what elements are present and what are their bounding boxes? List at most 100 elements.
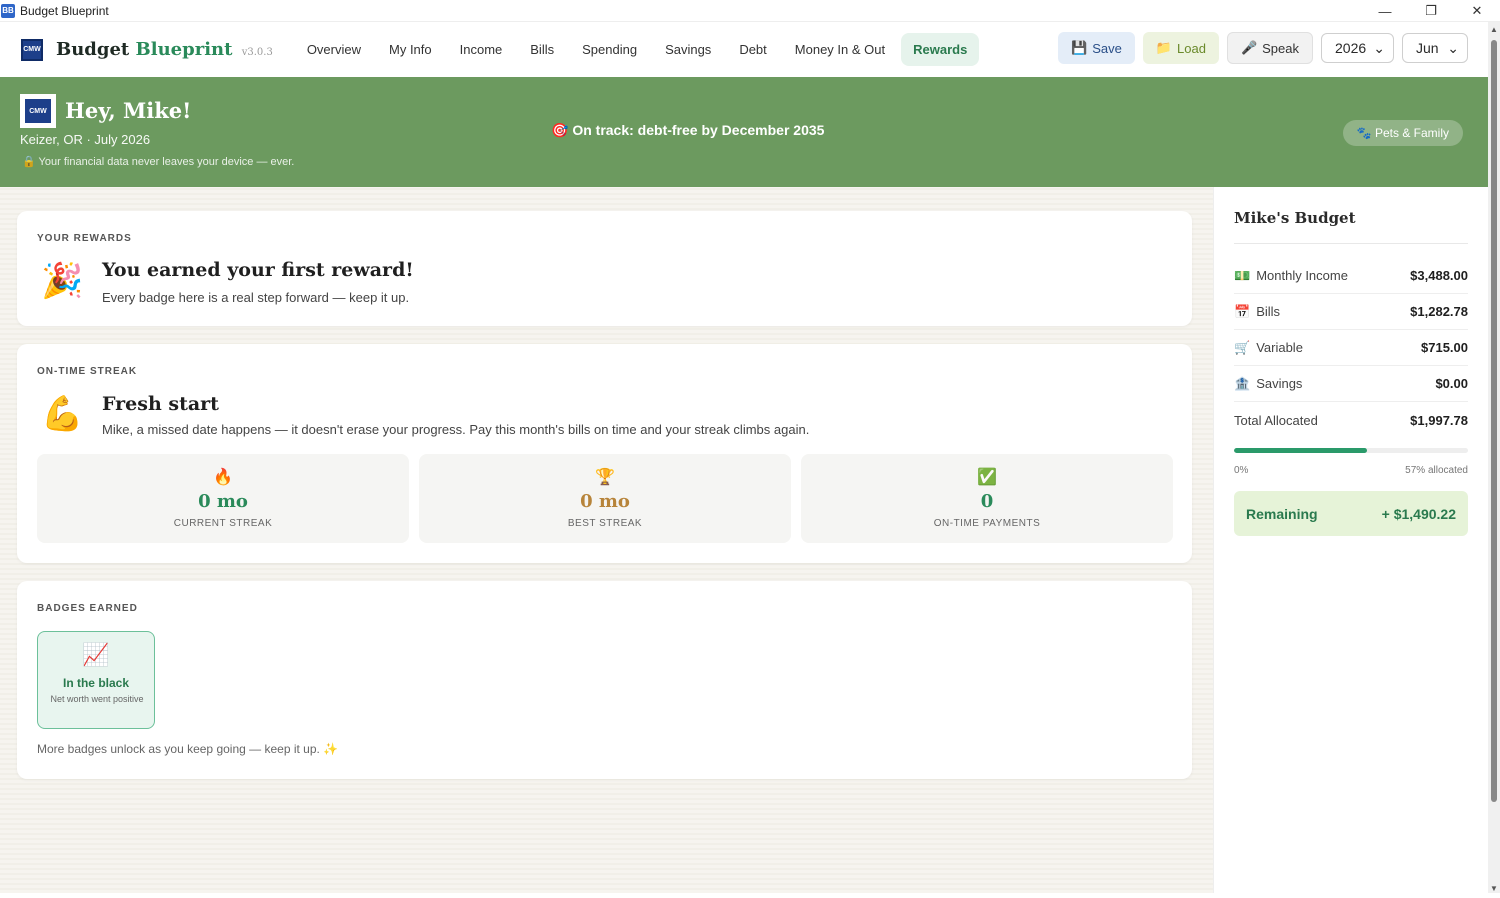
tab-debt[interactable]: Debt bbox=[727, 33, 778, 66]
variable-value: $715.00 bbox=[1421, 340, 1468, 355]
best-streak-label: BEST STREAK bbox=[567, 518, 643, 529]
more-badges-note: More badges unlock as you keep going — k… bbox=[37, 742, 339, 756]
income-label-group: 💵 Monthly Income bbox=[1234, 268, 1348, 284]
tab-money-in-out[interactable]: Money In & Out bbox=[783, 33, 897, 66]
tab-spending[interactable]: Spending bbox=[570, 33, 649, 66]
top-navbar: CMW Budget Blueprint v3.0.3 Overview My … bbox=[0, 22, 1488, 77]
year-value: 2026 bbox=[1335, 40, 1367, 56]
month-value: Jun bbox=[1416, 40, 1439, 56]
total-value: $1,997.78 bbox=[1410, 412, 1468, 428]
restore-button[interactable]: ❐ bbox=[1408, 0, 1454, 22]
microphone-icon: 🎤 bbox=[1240, 40, 1258, 55]
chart-increasing-icon: 📈 bbox=[82, 642, 110, 667]
brand-logo: CMW bbox=[21, 38, 43, 61]
streak-card: ON-TIME STREAK 💪 Fresh start Mike, a mis… bbox=[17, 344, 1192, 563]
window-title: Budget Blueprint bbox=[20, 3, 109, 18]
tab-income[interactable]: Income bbox=[448, 33, 515, 66]
progress-allocated-label: 57% allocated bbox=[1405, 465, 1468, 476]
savings-label: Savings bbox=[1256, 376, 1303, 391]
rewards-sub: Every badge here is a real step forward … bbox=[102, 290, 410, 305]
pets-family-button[interactable]: 🐾 Pets & Family bbox=[1342, 120, 1463, 146]
variable-label-group: 🛒 Variable bbox=[1234, 340, 1303, 356]
income-label: Monthly Income bbox=[1256, 268, 1348, 283]
badge-in-the-black[interactable]: 📈 In the black Net worth went positive bbox=[37, 631, 155, 729]
chevron-down-icon: ⌄ bbox=[1447, 39, 1459, 56]
allocation-progress-bar bbox=[1234, 448, 1468, 453]
debt-status: 🎯 On track: debt-free by December 2035 bbox=[551, 122, 825, 138]
streak-stats: 🔥 0 mo CURRENT STREAK 🏆 0 mo BEST STREAK… bbox=[37, 454, 1173, 543]
sidebar-title: Mike's Budget bbox=[1234, 209, 1356, 227]
remaining-label: Remaining bbox=[1246, 505, 1318, 522]
progress-start-label: 0% bbox=[1234, 465, 1249, 476]
app-icon: BB bbox=[1, 3, 15, 18]
greeting: Hey, Mike! bbox=[65, 98, 192, 123]
savings-label-group: 🏦 Savings bbox=[1234, 376, 1302, 392]
chevron-down-icon: ⌄ bbox=[1373, 39, 1385, 56]
best-streak-stat: 🏆 0 mo BEST STREAK bbox=[419, 454, 791, 543]
hero-logo-mark: CMW bbox=[25, 99, 51, 123]
income-value: $3,488.00 bbox=[1410, 268, 1468, 283]
on-time-payments-label: ON-TIME PAYMENTS bbox=[933, 518, 1041, 529]
fire-icon: 🔥 bbox=[213, 469, 233, 486]
tab-savings[interactable]: Savings bbox=[653, 33, 723, 66]
rewards-label: YOUR REWARDS bbox=[37, 233, 132, 244]
close-button[interactable]: ✕ bbox=[1454, 0, 1500, 22]
check-icon: ✅ bbox=[977, 469, 997, 486]
variable-label: Variable bbox=[1256, 340, 1303, 355]
month-select[interactable]: Jun ⌄ bbox=[1402, 33, 1468, 63]
tab-bills[interactable]: Bills bbox=[518, 33, 566, 66]
minimize-button[interactable]: — bbox=[1362, 0, 1408, 22]
cart-icon: 🛒 bbox=[1234, 339, 1251, 355]
privacy-note: 🔒 Your financial data never leaves your … bbox=[22, 156, 295, 168]
badges-card: BADGES EARNED 📈 In the black Net worth w… bbox=[17, 581, 1192, 779]
sidebar-row-savings: 🏦 Savings $0.00 bbox=[1234, 366, 1468, 402]
total-label: Total Allocated bbox=[1234, 412, 1318, 428]
nav-actions: 💾 Save 📁 Load 🎤 Speak 2026 ⌄ Jun ⌄ bbox=[1058, 32, 1468, 64]
on-time-payments-value: 0 bbox=[980, 491, 994, 512]
folder-icon: 📁 bbox=[1155, 40, 1173, 55]
scroll-thumb[interactable] bbox=[1491, 40, 1497, 802]
brand-main: Budget bbox=[56, 39, 130, 60]
budget-sidebar: Mike's Budget 💵 Monthly Income $3,488.00… bbox=[1213, 187, 1488, 893]
remaining-box: Remaining + $1,490.22 bbox=[1234, 491, 1468, 536]
page-scrollbar[interactable]: ▲ ▼ bbox=[1488, 22, 1500, 893]
brand-version: v3.0.3 bbox=[241, 47, 273, 58]
streak-sub: Mike, a missed date happens — it doesn't… bbox=[102, 422, 810, 437]
sidebar-row-variable: 🛒 Variable $715.00 bbox=[1234, 330, 1468, 366]
badges-label: BADGES EARNED bbox=[37, 603, 138, 614]
streak-heading: Fresh start bbox=[102, 393, 219, 415]
scroll-up-icon[interactable]: ▲ bbox=[1490, 25, 1498, 34]
current-streak-label: CURRENT STREAK bbox=[173, 518, 273, 529]
current-streak-value: 0 mo bbox=[198, 491, 248, 512]
save-label: Save bbox=[1092, 40, 1122, 56]
hero-logo: CMW bbox=[20, 94, 56, 128]
nav-tabs: Overview My Info Income Bills Spending S… bbox=[295, 33, 980, 66]
sidebar-divider bbox=[1234, 243, 1468, 244]
load-button[interactable]: 📁 Load bbox=[1142, 32, 1219, 64]
rewards-card: YOUR REWARDS 🎉 You earned your first rew… bbox=[17, 211, 1192, 326]
tab-my-info[interactable]: My Info bbox=[377, 33, 444, 66]
money-icon: 💵 bbox=[1234, 267, 1251, 283]
bills-value: $1,282.78 bbox=[1410, 304, 1468, 319]
tab-rewards[interactable]: Rewards bbox=[901, 33, 980, 66]
main-content: YOUR REWARDS 🎉 You earned your first rew… bbox=[0, 187, 1213, 893]
savings-value: $0.00 bbox=[1435, 376, 1468, 391]
flexed-arm-icon: 💪 bbox=[41, 395, 84, 433]
year-select[interactable]: 2026 ⌄ bbox=[1321, 33, 1394, 63]
save-button[interactable]: 💾 Save bbox=[1058, 32, 1135, 64]
badge-title: In the black bbox=[62, 676, 130, 690]
speak-label: Speak bbox=[1262, 40, 1299, 56]
sidebar-row-total: Total Allocated $1,997.78 bbox=[1234, 402, 1468, 438]
bank-icon: 🏦 bbox=[1234, 375, 1251, 391]
brand-accent: Blueprint bbox=[135, 39, 233, 60]
party-popper-icon: 🎉 bbox=[41, 262, 84, 300]
speak-button[interactable]: 🎤 Speak bbox=[1226, 32, 1313, 64]
calendar-icon: 📅 bbox=[1234, 303, 1251, 319]
badge-desc: Net worth went positive bbox=[50, 694, 144, 704]
window-controls: — ❐ ✕ bbox=[1362, 0, 1500, 22]
tab-overview[interactable]: Overview bbox=[295, 33, 373, 66]
current-streak-stat: 🔥 0 mo CURRENT STREAK bbox=[37, 454, 409, 543]
scroll-down-icon[interactable]: ▼ bbox=[1490, 884, 1498, 893]
sidebar-row-bills: 📅 Bills $1,282.78 bbox=[1234, 294, 1468, 330]
sidebar-row-income: 💵 Monthly Income $3,488.00 bbox=[1234, 258, 1468, 294]
